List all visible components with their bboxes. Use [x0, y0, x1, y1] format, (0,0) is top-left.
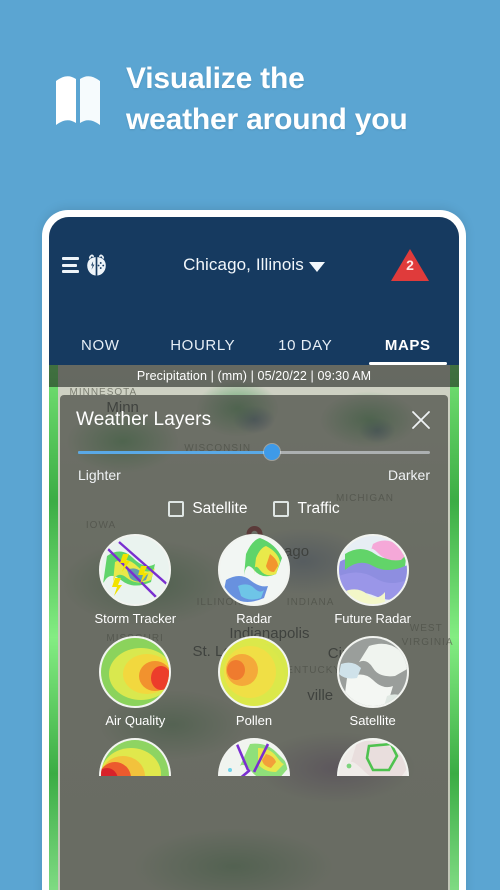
tab-10-day[interactable]: 10 DAY: [254, 337, 357, 365]
tab-hourly[interactable]: HOURLY: [152, 337, 255, 365]
alert-count: 2: [406, 257, 414, 273]
close-icon[interactable]: [410, 409, 432, 431]
layer-label: Pollen: [235, 713, 273, 728]
weather-map[interactable]: MINNESOTAWISCONSINMICHIGANIOWAILLINOISIN…: [49, 365, 459, 890]
promo-heading: Visualize the weather around you: [126, 59, 408, 141]
opacity-slider[interactable]: [78, 444, 430, 460]
future-radar-thumb: [336, 534, 409, 606]
checkbox-traffic[interactable]: Traffic: [273, 500, 340, 518]
promo-line-2: weather around you: [126, 103, 408, 136]
pollen-thumb: [217, 636, 290, 708]
tab-bar: NOW HOURLY 10 DAY MAPS: [49, 313, 459, 365]
slider-fill: [78, 451, 272, 454]
slider-thumb[interactable]: [263, 444, 280, 460]
layer-storm-tracker[interactable]: Storm Tracker: [76, 534, 195, 626]
layer-outline[interactable]: [313, 738, 432, 781]
map-timestamp-bar: Precipitation | (mm) | 05/20/22 | 09:30 …: [49, 365, 459, 387]
tab-now[interactable]: NOW: [49, 337, 152, 365]
layer-label: Storm Tracker: [94, 611, 177, 626]
map-edge-strip-right: [450, 365, 459, 890]
slider-min-label: Lighter: [78, 467, 121, 483]
layer-heat[interactable]: [76, 738, 195, 781]
outline-thumb: [336, 738, 409, 776]
map-icon: [56, 76, 100, 125]
alert-badge[interactable]: 2: [388, 246, 432, 284]
storm-tracker-thumb: [99, 534, 172, 606]
panel-header: Weather Layers: [76, 409, 432, 431]
layer-pollen[interactable]: Pollen: [195, 636, 314, 728]
map-timestamp-text: Precipitation | (mm) | 05/20/22 | 09:30 …: [136, 369, 372, 383]
promo-header: Visualize the weather around you: [0, 0, 500, 200]
layer-radar[interactable]: Radar: [195, 534, 314, 626]
lightning-thumb: [217, 738, 290, 776]
location-label: Chicago, Illinois: [183, 255, 304, 274]
air-quality-thumb: [99, 636, 172, 708]
map-edge-strip-left: [49, 365, 58, 890]
chevron-down-icon[interactable]: [308, 261, 325, 272]
app-bar-top-row: Chicago, Illinois 2: [49, 217, 459, 313]
checkbox-traffic-label: Traffic: [297, 500, 340, 517]
layer-future-radar[interactable]: Future Radar: [313, 534, 432, 626]
layer-satellite[interactable]: Satellite: [313, 636, 432, 728]
layer-label: Future Radar: [334, 611, 411, 626]
overlay-checkbox-row: Satellite Traffic: [76, 500, 432, 518]
app-bar: Chicago, Illinois 2 NOW HOURLY 10 DAY MA…: [49, 217, 459, 365]
satellite-thumb: [336, 636, 409, 708]
layer-lightning[interactable]: [195, 738, 314, 781]
weather-layers-panel: Weather Layers Lighter Darker Satellite …: [60, 395, 448, 890]
checkbox-icon[interactable]: [168, 501, 185, 517]
checkbox-icon[interactable]: [273, 501, 290, 517]
checkbox-satellite[interactable]: Satellite: [168, 500, 247, 518]
radar-thumb: [217, 534, 290, 606]
promo-line-1: Visualize the: [126, 62, 305, 96]
heat-thumb: [99, 738, 172, 776]
slider-end-labels: Lighter Darker: [78, 467, 430, 483]
phone-screen: Chicago, Illinois 2 NOW HOURLY 10 DAY MA…: [49, 217, 459, 890]
layer-label: Air Quality: [105, 713, 166, 728]
tab-maps[interactable]: MAPS: [357, 337, 460, 365]
layer-label: Satellite: [349, 713, 396, 728]
panel-title: Weather Layers: [76, 409, 212, 430]
checkbox-satellite-label: Satellite: [192, 500, 248, 517]
phone-mockup: Chicago, Illinois 2 NOW HOURLY 10 DAY MA…: [42, 210, 466, 890]
layer-air-quality[interactable]: Air Quality: [76, 636, 195, 728]
slider-max-label: Darker: [387, 467, 430, 483]
layer-label: Radar: [236, 611, 272, 626]
weather-layer-grid: Storm Tracker Radar Future Radar Air Qua…: [76, 534, 432, 781]
